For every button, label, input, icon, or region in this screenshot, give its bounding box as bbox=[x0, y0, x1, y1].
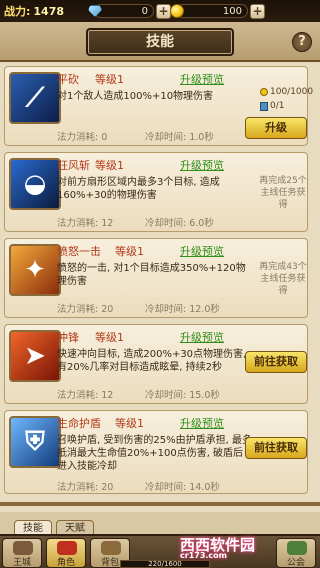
cooldown: 冷却时间: 6.0秒 bbox=[145, 218, 214, 229]
nav-label: 角色 bbox=[56, 558, 75, 568]
mana-cost: 法力消耗: 20 bbox=[57, 482, 114, 493]
skill-name: 愤怒一击 bbox=[57, 245, 101, 258]
skills-panel: ⟋ 平砍 等级1 升级预览 对1个敌人造成100%+10物理伤害 法力消耗: 0… bbox=[0, 62, 320, 512]
whirlwind-icon: ◒ bbox=[9, 158, 61, 210]
shield-icon: ⛨ bbox=[9, 416, 61, 468]
skill-name: 生命护盾 bbox=[57, 417, 101, 430]
help-icon[interactable]: ? bbox=[292, 32, 312, 52]
coin-icon bbox=[170, 4, 184, 18]
bag-icon bbox=[101, 541, 121, 555]
skill-name: 冲锋 bbox=[57, 331, 79, 344]
skill-level: 等级1 bbox=[95, 73, 124, 86]
skill-card: ⟋ 平砍 等级1 升级预览 对1个敌人造成100%+10物理伤害 法力消耗: 0… bbox=[4, 66, 313, 146]
go-obtain-button[interactable]: 前往获取 bbox=[245, 437, 307, 459]
upgrade-preview-link[interactable]: 升级预览 bbox=[180, 243, 224, 259]
skill-card: ✦ 愤怒一击 等级1 升级预览 愤怒的一击, 对1个目标造成350%+120物理… bbox=[4, 238, 308, 318]
skill-description: 召唤护盾, 受到伤害的25%由护盾承担, 最多抵消最大生命值20%+100点伤害… bbox=[57, 435, 252, 472]
unlock-hint: 再完成43个主线任务获得 bbox=[259, 262, 307, 296]
mana-cost: 法力消耗: 20 bbox=[57, 304, 114, 315]
fire-strike-icon: ✦ bbox=[9, 244, 61, 296]
mana-cost: 法力消耗: 0 bbox=[57, 132, 108, 143]
skill-name: 狂风斩 bbox=[57, 159, 90, 172]
power-value: 1478 bbox=[33, 4, 65, 18]
add-gem-button[interactable]: + bbox=[156, 3, 171, 19]
cooldown: 冷却时间: 12.0秒 bbox=[145, 304, 220, 315]
crown-icon bbox=[57, 541, 77, 555]
skill-card: ◒ 狂风斩 等级1 升级预览 对前方扇形区域内最多3个目标, 造成160%+30… bbox=[4, 152, 308, 232]
castle-icon bbox=[13, 541, 33, 555]
cooldown: 冷却时间: 15.0秒 bbox=[145, 390, 220, 401]
gem-resource: 0 + bbox=[88, 3, 171, 19]
skill-card: ➤ 冲锋 等级1 升级预览 快速冲向目标, 造成200%+30点物理伤害, 有2… bbox=[4, 324, 308, 404]
coin-icon bbox=[260, 88, 268, 96]
unlock-hint: 再完成25个主线任务获得 bbox=[259, 176, 307, 210]
watermark-logo: 西西软件园 cr173.com bbox=[174, 532, 314, 560]
sub-tab-bar: 技能 天赋 bbox=[0, 512, 320, 538]
book-cost-value: 0/1 bbox=[270, 101, 285, 111]
book-cost: 0/1 bbox=[260, 101, 284, 111]
top-status-bar: 战力: 1478 0 + 100 + bbox=[0, 0, 320, 22]
skill-level: 等级1 bbox=[115, 245, 144, 258]
skill-book-icon bbox=[260, 101, 268, 111]
gem-value: 0 bbox=[94, 4, 154, 18]
coin-value: 100 bbox=[176, 4, 248, 18]
page-title: 技能 bbox=[86, 28, 234, 56]
power-label: 战力: bbox=[4, 5, 31, 18]
add-coin-button[interactable]: + bbox=[250, 3, 265, 19]
cooldown: 冷却时间: 1.0秒 bbox=[145, 132, 214, 143]
charge-icon: ➤ bbox=[9, 330, 61, 382]
panel-divider bbox=[0, 502, 320, 506]
nav-castle[interactable]: 王城 bbox=[2, 538, 42, 568]
upgrade-preview-link[interactable]: 升级预览 bbox=[180, 329, 224, 345]
mana-cost: 法力消耗: 12 bbox=[57, 218, 114, 229]
header: 技能 ? bbox=[0, 22, 320, 62]
nav-label: 王城 bbox=[12, 558, 31, 568]
upgrade-preview-link[interactable]: 升级预览 bbox=[180, 157, 224, 173]
upgrade-button[interactable]: 升级 bbox=[245, 117, 307, 139]
exp-bar: 220/1600 bbox=[120, 560, 210, 568]
mana-cost: 法力消耗: 12 bbox=[57, 390, 114, 401]
coin-cost: 100/1000 bbox=[260, 87, 313, 97]
nav-character[interactable]: 角色 bbox=[46, 538, 86, 568]
skill-description: 快速冲向目标, 造成200%+30点物理伤害, 有20%几率对目标造成眩晕, 持… bbox=[57, 349, 247, 373]
coin-resource: 100 + bbox=[170, 3, 265, 19]
coin-cost-value: 100/1000 bbox=[270, 87, 314, 97]
skill-level: 等级1 bbox=[95, 331, 124, 344]
skill-level: 等级1 bbox=[115, 417, 144, 430]
sword-icon: ⟋ bbox=[9, 72, 61, 124]
skill-card: ⛨ 生命护盾 等级1 升级预览 召唤护盾, 受到伤害的25%由护盾承担, 最多抵… bbox=[4, 410, 308, 494]
nav-label: 背包 bbox=[100, 558, 119, 568]
combat-power: 战力: 1478 bbox=[4, 3, 84, 19]
cooldown: 冷却时间: 14.0秒 bbox=[145, 482, 220, 493]
go-obtain-button[interactable]: 前往获取 bbox=[245, 351, 307, 373]
skill-description: 愤怒的一击, 对1个目标造成350%+120物理伤害 bbox=[57, 263, 246, 287]
skill-name: 平砍 bbox=[57, 73, 79, 86]
skill-level: 等级1 bbox=[95, 159, 124, 172]
skill-description: 对1个敌人造成100%+10物理伤害 bbox=[57, 91, 214, 102]
upgrade-preview-link[interactable]: 升级预览 bbox=[180, 415, 224, 431]
upgrade-preview-link[interactable]: 升级预览 bbox=[180, 71, 224, 87]
skill-description: 对前方扇形区域内最多3个目标, 造成160%+30的物理伤害 bbox=[57, 177, 220, 201]
